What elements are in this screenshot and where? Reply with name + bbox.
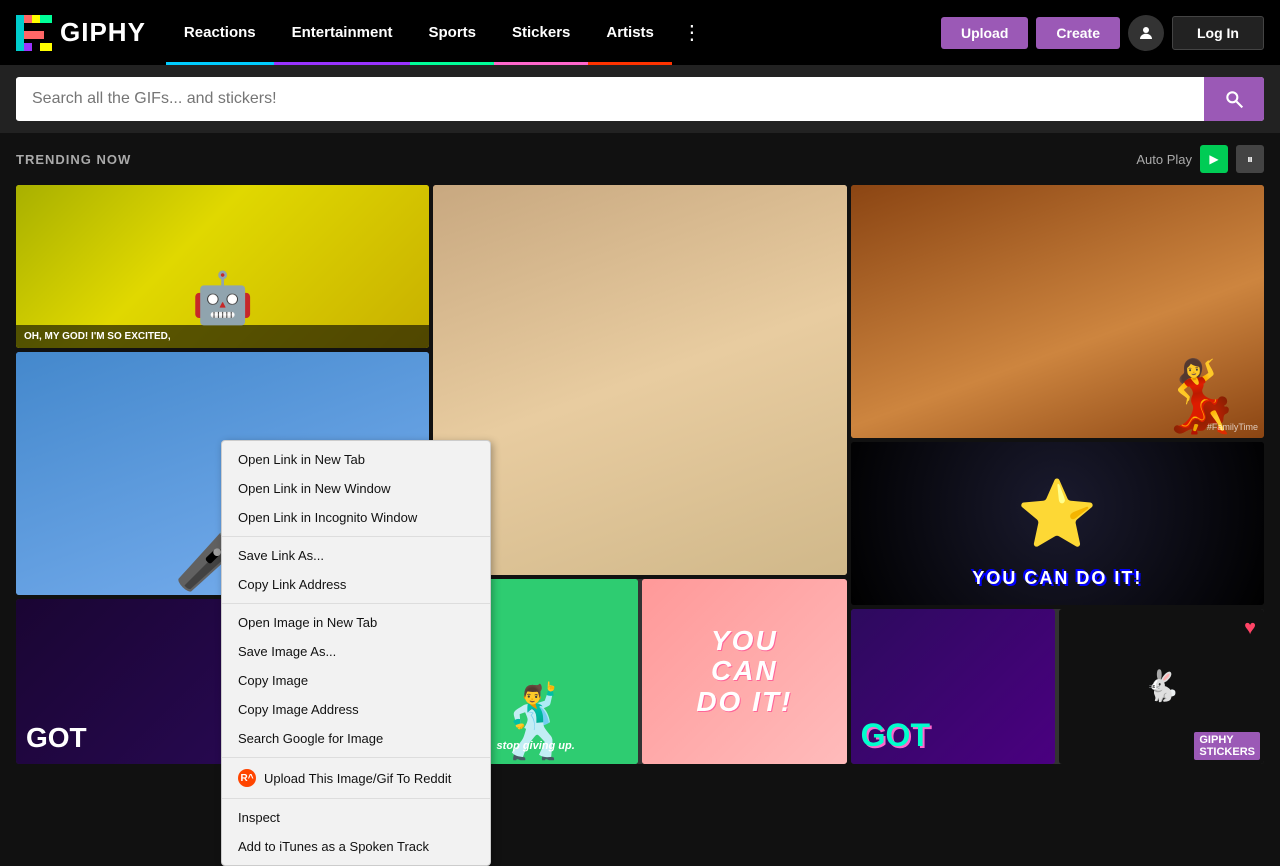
bender-caption: OH, MY GOD! I'M SO EXCITED, (16, 325, 429, 348)
gif-grid: 🤖 OH, MY GOD! I'M SO EXCITED, 🎤 GOT 🕺 st… (0, 185, 1280, 765)
ctx-divider-2 (222, 603, 490, 604)
ctx-inspect[interactable]: Inspect (222, 803, 490, 832)
user-icon-button[interactable] (1128, 15, 1164, 51)
search-input[interactable] (16, 78, 1204, 120)
ctx-add-itunes[interactable]: Add to iTunes as a Spoken Track (222, 832, 490, 861)
gif-youcandoit-pink[interactable]: YOU CANDO IT! (642, 579, 847, 764)
nav-item-stickers[interactable]: Stickers (494, 0, 588, 65)
search-input-wrap (16, 77, 1264, 121)
gif-column-3: 💃 #FamilyTime ⭐ YOU CAN DO IT! GOT 🐇 ♥ G… (851, 185, 1264, 765)
ctx-search-google-image[interactable]: Search Google for Image (222, 724, 490, 753)
nav-item-artists[interactable]: Artists (588, 0, 672, 65)
ctx-copy-image[interactable]: Copy Image (222, 666, 490, 695)
heart-icon: ♥ (1244, 617, 1256, 640)
ctx-open-image-new-tab[interactable]: Open Image in New Tab (222, 608, 490, 637)
main-nav: Reactions Entertainment Sports Stickers … (166, 0, 933, 65)
gif-woman-dance[interactable]: 💃 #FamilyTime (851, 185, 1264, 438)
ctx-divider-4 (222, 798, 490, 799)
ctx-open-new-window[interactable]: Open Link in New Window (222, 474, 490, 503)
gif-youcanfit[interactable]: ⭐ YOU CAN DO IT! (851, 442, 1264, 605)
user-icon (1137, 24, 1155, 42)
ctx-save-link-as[interactable]: Save Link As... (222, 541, 490, 570)
gif-curtain[interactable] (433, 185, 846, 575)
gif-giphy-stickers[interactable]: 🐇 ♥ GIPHYSTICKERS (1059, 609, 1264, 764)
reddit-icon: R^ (238, 769, 256, 787)
nav-item-entertainment[interactable]: Entertainment (274, 0, 411, 65)
upload-button[interactable]: Upload (941, 17, 1028, 49)
context-menu: Open Link in New Tab Open Link in New Wi… (221, 440, 491, 866)
ctx-save-image-as[interactable]: Save Image As... (222, 637, 490, 666)
header: GIPHY Reactions Entertainment Sports Sti… (0, 0, 1280, 65)
gif-bottom-row: 🕺 stop giving up. YOU CANDO IT! (433, 579, 846, 764)
ctx-open-new-tab[interactable]: Open Link in New Tab (222, 445, 490, 474)
got-pink-text: GOT (861, 717, 930, 754)
giphy-stickers-badge: GIPHYSTICKERS (1194, 732, 1260, 760)
autoplay-area: Auto Play ▶ ⏸ (1136, 145, 1264, 173)
ctx-upload-reddit-label: Upload This Image/Gif To Reddit (264, 771, 451, 786)
ctx-divider-3 (222, 757, 490, 758)
autoplay-label: Auto Play (1136, 152, 1192, 167)
search-bar (0, 65, 1280, 133)
logo-text: GIPHY (60, 17, 146, 48)
ctx-open-incognito[interactable]: Open Link in Incognito Window (222, 503, 490, 532)
gif-got-pink[interactable]: GOT (851, 609, 1056, 764)
ctx-divider-1 (222, 536, 490, 537)
gif-bottom-row-3: GOT 🐇 ♥ GIPHYSTICKERS (851, 609, 1264, 764)
search-icon (1224, 89, 1244, 109)
nav-item-reactions[interactable]: Reactions (166, 0, 274, 65)
autoplay-play-button[interactable]: ▶ (1200, 145, 1228, 173)
login-button[interactable]: Log In (1172, 16, 1264, 50)
logo[interactable]: GIPHY (16, 15, 146, 51)
nav-item-sports[interactable]: Sports (410, 0, 494, 65)
more-nav-button[interactable]: ⋮ (672, 0, 712, 65)
ctx-upload-reddit[interactable]: R^ Upload This Image/Gif To Reddit (222, 762, 490, 794)
familytime-badge: #FamilyTime (1207, 422, 1258, 432)
trending-header: TRENDING NOW Auto Play ▶ ⏸ (0, 133, 1280, 185)
got-dark-text: GOT (26, 722, 87, 754)
header-actions: Upload Create Log In (941, 15, 1264, 51)
ctx-copy-link-address[interactable]: Copy Link Address (222, 570, 490, 599)
giphy-logo-icon (16, 15, 52, 51)
youcandoit-pink-text: YOU CANDO IT! (693, 625, 795, 717)
ctx-copy-image-address[interactable]: Copy Image Address (222, 695, 490, 724)
autoplay-pause-button[interactable]: ⏸ (1236, 145, 1264, 173)
create-button[interactable]: Create (1036, 17, 1120, 49)
search-button[interactable] (1204, 77, 1264, 121)
youcanfit-text: YOU CAN DO IT! (851, 568, 1264, 589)
gif-bender[interactable]: 🤖 OH, MY GOD! I'M SO EXCITED, (16, 185, 429, 348)
gif-column-2: 🕺 stop giving up. YOU CANDO IT! (433, 185, 846, 765)
trending-label: TRENDING NOW (16, 152, 131, 167)
